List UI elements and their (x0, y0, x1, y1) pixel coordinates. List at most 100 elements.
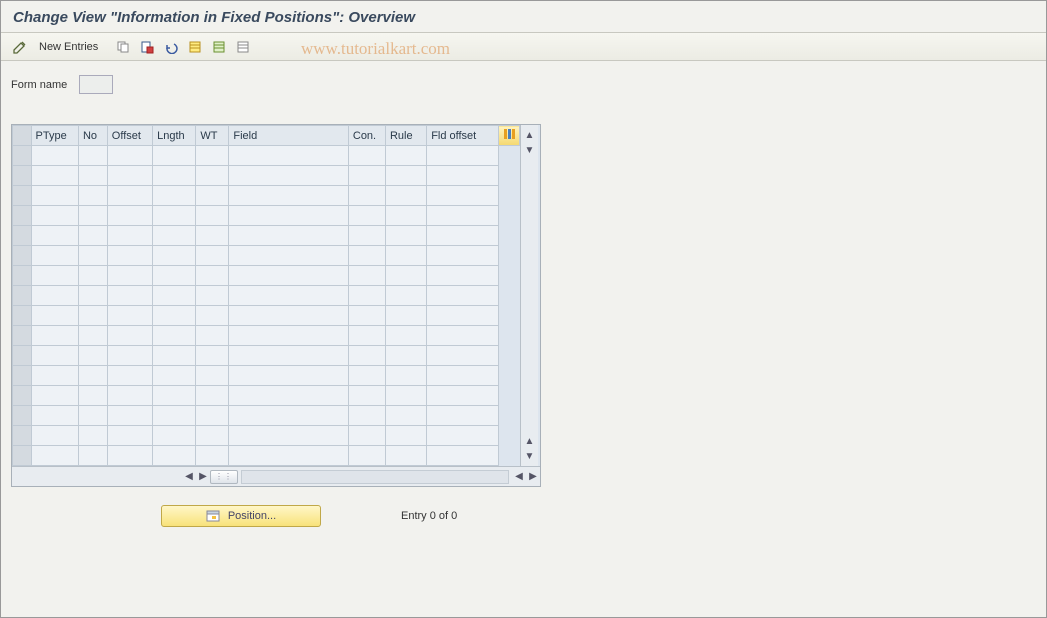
cell[interactable] (348, 446, 385, 466)
cell[interactable] (348, 346, 385, 366)
cell[interactable] (229, 206, 349, 226)
cell[interactable] (31, 446, 78, 466)
cell[interactable] (107, 166, 152, 186)
cell[interactable] (107, 366, 152, 386)
cell[interactable] (385, 426, 426, 446)
row-selector[interactable] (13, 186, 32, 206)
cell[interactable] (107, 406, 152, 426)
table-row[interactable] (13, 446, 520, 466)
cell[interactable] (196, 306, 229, 326)
cell[interactable] (385, 346, 426, 366)
cell[interactable] (427, 226, 499, 246)
cell[interactable] (229, 246, 349, 266)
cell[interactable] (427, 166, 499, 186)
scroll-down-icon[interactable]: ▲ (523, 434, 537, 448)
scroll-up-icon[interactable]: ▼ (523, 143, 537, 157)
cell[interactable] (78, 166, 107, 186)
column-no[interactable]: No (78, 126, 107, 146)
cell[interactable] (348, 226, 385, 246)
cell[interactable] (385, 286, 426, 306)
cell[interactable] (229, 186, 349, 206)
cell[interactable] (427, 406, 499, 426)
cell[interactable] (427, 386, 499, 406)
undo-icon[interactable] (160, 37, 182, 57)
cell[interactable] (107, 246, 152, 266)
scroll-right-icon[interactable]: ▶ (196, 470, 210, 484)
row-selector[interactable] (13, 326, 32, 346)
cell[interactable] (427, 326, 499, 346)
cell[interactable] (107, 326, 152, 346)
row-selector[interactable] (13, 166, 32, 186)
cell[interactable] (427, 346, 499, 366)
copy-icon[interactable] (112, 37, 134, 57)
deselect-all-icon[interactable] (232, 37, 254, 57)
scroll-down-icon[interactable]: ▼ (523, 449, 537, 463)
row-selector[interactable] (13, 266, 32, 286)
cell[interactable] (107, 306, 152, 326)
cell[interactable] (427, 306, 499, 326)
cell[interactable] (348, 246, 385, 266)
cell[interactable] (196, 286, 229, 306)
cell[interactable] (196, 146, 229, 166)
row-selector[interactable] (13, 286, 32, 306)
cell[interactable] (385, 306, 426, 326)
row-selector[interactable] (13, 366, 32, 386)
column-length[interactable]: Lngth (153, 126, 196, 146)
cell[interactable] (78, 186, 107, 206)
row-selector[interactable] (13, 406, 32, 426)
cell[interactable] (153, 306, 196, 326)
cell[interactable] (385, 146, 426, 166)
cell[interactable] (427, 146, 499, 166)
delete-icon[interactable] (136, 37, 158, 57)
cell[interactable] (385, 206, 426, 226)
column-con[interactable]: Con. (348, 126, 385, 146)
cell[interactable] (31, 386, 78, 406)
cell[interactable] (107, 426, 152, 446)
cell[interactable] (78, 246, 107, 266)
cell[interactable] (78, 266, 107, 286)
row-selector[interactable] (13, 226, 32, 246)
table-row[interactable] (13, 146, 520, 166)
cell[interactable] (78, 446, 107, 466)
row-selector[interactable] (13, 386, 32, 406)
scroll-thumb[interactable]: ⋮⋮ (210, 470, 238, 484)
table-row[interactable] (13, 406, 520, 426)
cell[interactable] (229, 266, 349, 286)
cell[interactable] (427, 186, 499, 206)
new-entries-button[interactable]: New Entries (33, 39, 104, 55)
cell[interactable] (385, 226, 426, 246)
row-selector[interactable] (13, 146, 32, 166)
column-rule[interactable]: Rule (385, 126, 426, 146)
scroll-up-icon[interactable]: ▲ (523, 128, 537, 142)
cell[interactable] (107, 346, 152, 366)
cell[interactable] (229, 306, 349, 326)
cell[interactable] (107, 386, 152, 406)
cell[interactable] (31, 226, 78, 246)
cell[interactable] (196, 226, 229, 246)
cell[interactable] (107, 446, 152, 466)
cell[interactable] (31, 186, 78, 206)
cell[interactable] (153, 286, 196, 306)
cell[interactable] (229, 226, 349, 246)
cell[interactable] (153, 346, 196, 366)
table-row[interactable] (13, 286, 520, 306)
cell[interactable] (78, 226, 107, 246)
table-row[interactable] (13, 186, 520, 206)
column-fld-offset[interactable]: Fld offset (427, 126, 499, 146)
cell[interactable] (153, 226, 196, 246)
cell[interactable] (229, 326, 349, 346)
row-selector[interactable] (13, 446, 32, 466)
cell[interactable] (78, 426, 107, 446)
cell[interactable] (385, 366, 426, 386)
cell[interactable] (348, 186, 385, 206)
cell[interactable] (427, 286, 499, 306)
data-grid[interactable]: PType No Offset Lngth WT Field Con. Rule… (12, 125, 520, 466)
cell[interactable] (385, 406, 426, 426)
scroll-right-end-icon[interactable]: ▶ (526, 470, 540, 484)
cell[interactable] (78, 206, 107, 226)
cell[interactable] (31, 206, 78, 226)
cell[interactable] (196, 186, 229, 206)
row-selector[interactable] (13, 206, 32, 226)
cell[interactable] (196, 366, 229, 386)
cell[interactable] (348, 386, 385, 406)
